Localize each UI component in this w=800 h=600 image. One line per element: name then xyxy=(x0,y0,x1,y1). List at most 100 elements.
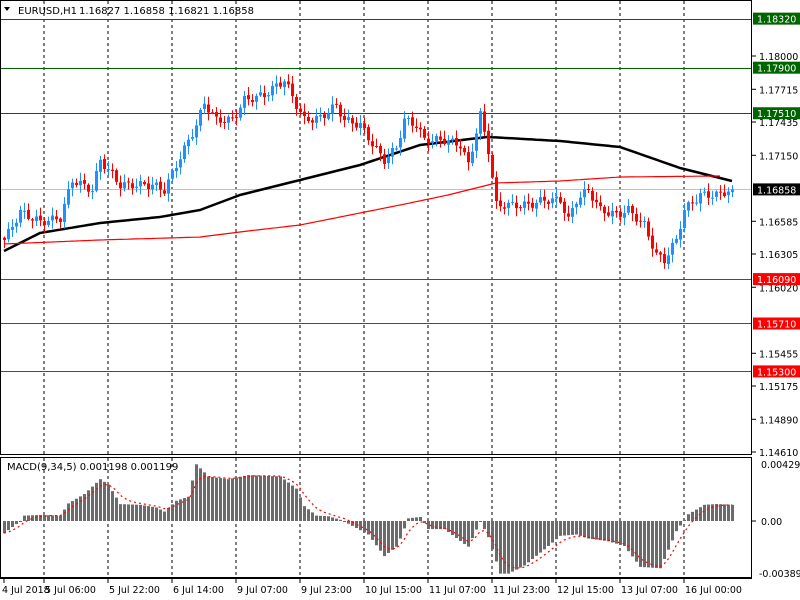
candle-body xyxy=(583,189,586,198)
macd-bar xyxy=(647,521,650,568)
candle-body xyxy=(227,116,230,123)
candle-body xyxy=(419,127,422,130)
candle-body xyxy=(575,203,578,208)
candle-body xyxy=(691,202,694,204)
macd-bar xyxy=(151,506,154,521)
macd-bar xyxy=(571,521,574,535)
candle-body xyxy=(211,112,214,114)
macd-bar xyxy=(659,521,662,569)
candle-body xyxy=(143,181,146,185)
candle-body xyxy=(707,191,710,198)
candle-body xyxy=(487,130,490,155)
macd-bar xyxy=(111,491,114,521)
macd-bar xyxy=(307,509,310,521)
price-tick-label: 1.16585 xyxy=(759,217,798,228)
price-tick-label: 1.15455 xyxy=(759,349,798,360)
macd-bar xyxy=(671,521,674,541)
macd-bar xyxy=(367,521,370,535)
macd-bar xyxy=(167,507,170,521)
macd-bar xyxy=(303,506,306,521)
time-label: 5 Jul 22:00 xyxy=(109,585,160,596)
candle-body xyxy=(383,154,386,164)
candle-body xyxy=(283,81,286,88)
price-tick-label: 1.14890 xyxy=(759,415,798,426)
candle-body xyxy=(215,112,218,117)
macd-bar xyxy=(199,468,202,521)
candle-body xyxy=(547,201,550,204)
macd-bar xyxy=(535,521,538,556)
macd-bar xyxy=(455,521,458,539)
candle-body xyxy=(391,147,394,157)
candle-body xyxy=(643,221,646,223)
candle-body xyxy=(135,186,138,188)
macd-bar xyxy=(203,472,206,521)
macd-bar xyxy=(411,517,414,521)
candle-body xyxy=(71,182,74,189)
candle-body xyxy=(107,169,110,171)
macd-bar xyxy=(403,521,406,529)
macd-bar xyxy=(591,521,594,540)
candle-body xyxy=(483,111,486,132)
candle-body xyxy=(247,95,250,100)
candle-body xyxy=(371,141,374,147)
candle-body xyxy=(255,95,258,102)
macd-bar xyxy=(115,497,118,521)
candle-body xyxy=(91,191,94,193)
macd-bar xyxy=(707,504,710,521)
candle-body xyxy=(499,200,502,207)
macd-bar xyxy=(255,475,258,521)
candle-body xyxy=(699,193,702,204)
candle-body xyxy=(27,209,30,219)
macd-bar xyxy=(551,521,554,543)
candle-body xyxy=(275,83,278,87)
candle-body xyxy=(607,212,610,216)
candle-body xyxy=(387,156,390,164)
candle-body xyxy=(219,117,222,123)
candle-body xyxy=(527,201,530,204)
candle-body xyxy=(467,152,470,163)
macd-bar xyxy=(727,504,730,521)
macd-bar xyxy=(331,517,334,521)
price-level-tags: 1.18320 1.17900 1.17510 1.16858 1.16090 1.157… xyxy=(753,12,800,378)
macd-bar xyxy=(319,515,322,521)
candle-body xyxy=(327,113,330,119)
candle-body xyxy=(67,189,70,205)
candle-body xyxy=(279,82,282,87)
time-label: 13 Jul 07:00 xyxy=(621,585,678,596)
macd-bar xyxy=(279,476,282,521)
macd-bar xyxy=(615,521,618,544)
candle-body xyxy=(523,201,526,208)
candle-body xyxy=(475,133,478,151)
candle-body xyxy=(587,188,590,191)
candle-body xyxy=(119,182,122,189)
level-tag-label: 1.18320 xyxy=(757,15,796,26)
candle-body xyxy=(267,95,270,97)
candle-body xyxy=(407,118,410,120)
candle-body xyxy=(43,221,46,226)
candle-body xyxy=(299,108,302,112)
candle-body xyxy=(163,190,166,194)
macd-bar xyxy=(539,521,542,553)
candle-body xyxy=(423,129,426,138)
macd-bar xyxy=(219,478,222,521)
macd-bar xyxy=(563,521,566,536)
candle-body xyxy=(75,182,78,186)
candle-body xyxy=(295,97,298,110)
candle-body xyxy=(239,107,242,118)
candle-body xyxy=(479,111,482,134)
macd-bar xyxy=(19,521,22,522)
macd-bar xyxy=(359,521,362,531)
candle-body xyxy=(351,117,354,124)
level-tag-label: 1.15300 xyxy=(757,367,796,378)
macd-bar xyxy=(419,516,422,521)
macd-bar xyxy=(23,515,26,521)
candle-body xyxy=(335,103,338,105)
chart-window[interactable]: 1.180001.177151.174351.171501.165851.163… xyxy=(0,0,800,600)
candle-body xyxy=(675,238,678,243)
macd-bar xyxy=(27,515,30,521)
candle-body xyxy=(435,135,438,142)
macd-bar xyxy=(555,521,558,540)
macd-axis-zero: 0.00 xyxy=(761,517,782,528)
candle-body xyxy=(79,180,82,186)
candle-body xyxy=(455,137,458,146)
